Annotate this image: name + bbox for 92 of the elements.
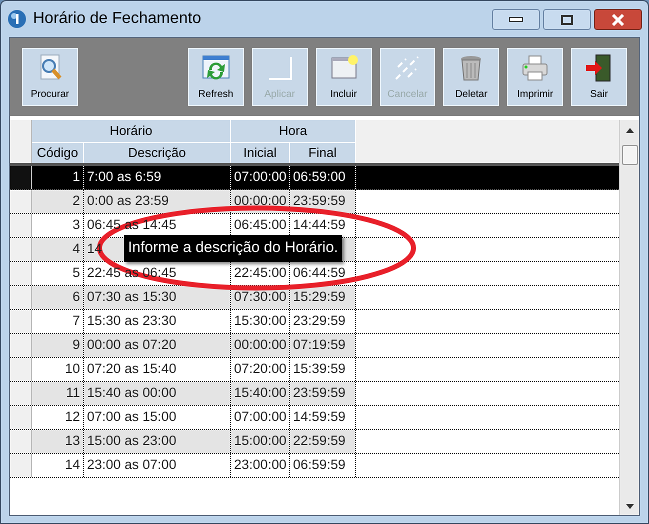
table-cell: 06:59:00 bbox=[290, 166, 356, 189]
scroll-up-icon[interactable] bbox=[626, 128, 634, 133]
table-cell: 6 bbox=[32, 286, 84, 309]
column-group-header: Horário bbox=[32, 120, 231, 143]
column-header[interactable]: Descrição bbox=[84, 143, 231, 163]
column-header[interactable]: Final bbox=[290, 143, 356, 163]
table-cell: 00:00 as 07:20 bbox=[84, 334, 231, 357]
row-indicator bbox=[10, 430, 32, 453]
tooltip: Informe a descrição do Horário. bbox=[124, 235, 342, 262]
table-cell: 7:00 as 6:59 bbox=[84, 166, 231, 189]
row-indicator bbox=[10, 214, 32, 237]
table-cell: 22:59:59 bbox=[290, 430, 356, 453]
header-corner bbox=[10, 120, 32, 143]
table-cell: 07:30 as 15:30 bbox=[84, 286, 231, 309]
refresh-icon bbox=[200, 52, 231, 82]
table-cell: 00:00:00 bbox=[231, 334, 290, 357]
table-cell: 23:00 as 07:00 bbox=[84, 454, 231, 477]
table-cell: 23:29:59 bbox=[290, 310, 356, 333]
scrollbar[interactable] bbox=[619, 120, 639, 515]
toolbar-button[interactable]: Imprimir bbox=[507, 48, 564, 106]
table-cell: 10 bbox=[32, 358, 84, 381]
row-indicator bbox=[10, 406, 32, 429]
table-cell: 3 bbox=[32, 214, 84, 237]
table-cell: 07:20:00 bbox=[231, 358, 290, 381]
table-cell: 14:59:59 bbox=[290, 406, 356, 429]
table-cell: 07:00 as 15:00 bbox=[84, 406, 231, 429]
table-cell: 15:40:00 bbox=[231, 382, 290, 405]
scroll-down-icon[interactable] bbox=[626, 504, 634, 509]
table-cell: 07:20 as 15:40 bbox=[84, 358, 231, 381]
table-cell: 13 bbox=[32, 430, 84, 453]
table-cell: 15:30 as 23:30 bbox=[84, 310, 231, 333]
table-cell: 23:59:59 bbox=[290, 382, 356, 405]
table-cell: 15:40 as 00:00 bbox=[84, 382, 231, 405]
table-cell: 12 bbox=[32, 406, 84, 429]
row-indicator bbox=[10, 238, 32, 261]
column-group-header: Hora bbox=[231, 120, 356, 143]
row-indicator bbox=[10, 166, 32, 189]
minimize-icon bbox=[509, 17, 523, 22]
table-cell: 15:00:00 bbox=[231, 430, 290, 453]
table-row[interactable]: 13 15:00 as 23:00 15:00:00 22:59:59 bbox=[10, 430, 619, 454]
app-icon bbox=[7, 9, 27, 29]
table-cell: 15:30:00 bbox=[231, 310, 290, 333]
table-cell: 0:00 as 23:59 bbox=[84, 190, 231, 213]
table-row[interactable]: 1 7:00 as 6:59 07:00:00 06:59:00 bbox=[10, 166, 619, 190]
row-indicator bbox=[10, 334, 32, 357]
toolbar-button[interactable]: Procurar bbox=[22, 48, 78, 106]
table-cell: 15:29:59 bbox=[290, 286, 356, 309]
toolbar-button[interactable]: Incluir bbox=[316, 48, 372, 106]
table-row[interactable]: 7 15:30 as 23:30 15:30:00 23:29:59 bbox=[10, 310, 619, 334]
table-cell: 11 bbox=[32, 382, 84, 405]
toolbar-button[interactable]: Refresh bbox=[188, 48, 244, 106]
maximize-button[interactable] bbox=[543, 9, 591, 30]
table-row[interactable]: 11 15:40 as 00:00 15:40:00 23:59:59 bbox=[10, 382, 619, 406]
row-indicator bbox=[10, 310, 32, 333]
table-row[interactable]: 2 0:00 as 23:59 00:00:00 23:59:59 bbox=[10, 190, 619, 214]
table-row[interactable]: 9 00:00 as 07:20 00:00:00 07:19:59 bbox=[10, 334, 619, 358]
row-indicator bbox=[10, 190, 32, 213]
table-cell: 07:00:00 bbox=[231, 406, 290, 429]
table-row[interactable]: 12 07:00 as 15:00 07:00:00 14:59:59 bbox=[10, 406, 619, 430]
toolbar-button[interactable]: Sair bbox=[571, 48, 627, 106]
column-header[interactable]: Código bbox=[32, 143, 84, 163]
table-cell: 06:59:59 bbox=[290, 454, 356, 477]
printer-icon bbox=[520, 52, 550, 82]
toolbar-button[interactable]: Deletar bbox=[443, 48, 500, 106]
window-title: Horário de Fechamento bbox=[33, 9, 202, 29]
table-cell: 07:19:59 bbox=[290, 334, 356, 357]
close-icon bbox=[611, 14, 625, 26]
table-cell: 23:00:00 bbox=[231, 454, 290, 477]
table-cell: 4 bbox=[32, 238, 84, 261]
minimize-button[interactable] bbox=[492, 9, 540, 30]
restore-icon bbox=[561, 14, 573, 24]
row-indicator bbox=[10, 286, 32, 309]
row-indicator bbox=[10, 358, 32, 381]
table-cell: 1 bbox=[32, 166, 84, 189]
table-cell: 15:39:59 bbox=[290, 358, 356, 381]
row-indicator bbox=[10, 262, 32, 285]
row-indicator bbox=[10, 382, 32, 405]
table-cell: 9 bbox=[32, 334, 84, 357]
table-cell: 5 bbox=[32, 262, 84, 285]
close-button[interactable] bbox=[594, 9, 642, 30]
table-cell: 7 bbox=[32, 310, 84, 333]
table-row[interactable]: 14 23:00 as 07:00 23:00:00 06:59:59 bbox=[10, 454, 619, 478]
header-corner bbox=[10, 143, 32, 163]
row-indicator bbox=[10, 454, 32, 477]
scroll-thumb[interactable] bbox=[622, 145, 638, 165]
table-cell: 2 bbox=[32, 190, 84, 213]
table-row[interactable]: 10 07:20 as 15:40 07:20:00 15:39:59 bbox=[10, 358, 619, 382]
column-header[interactable]: Inicial bbox=[231, 143, 290, 163]
table-row[interactable]: 6 07:30 as 15:30 07:30:00 15:29:59 bbox=[10, 286, 619, 310]
table-cell: 14 bbox=[32, 454, 84, 477]
table-cell: 07:00:00 bbox=[231, 166, 290, 189]
table-cell: 15:00 as 23:00 bbox=[84, 430, 231, 453]
